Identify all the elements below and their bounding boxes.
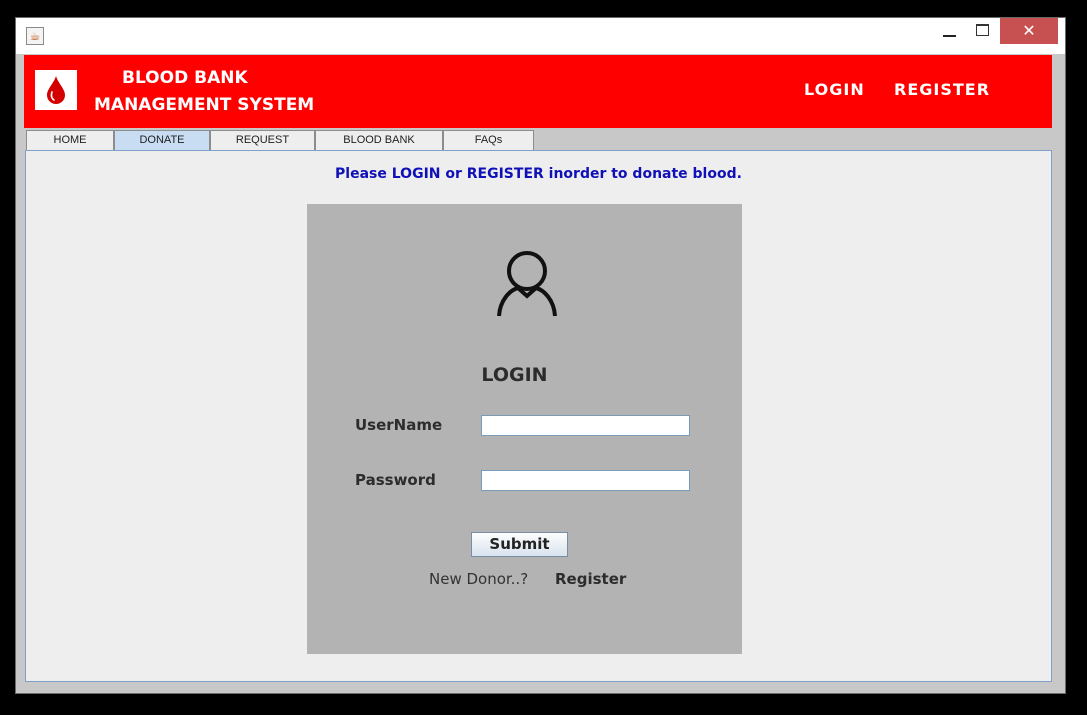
minimize-button[interactable] xyxy=(936,18,962,44)
tab-request[interactable]: REQUEST xyxy=(210,130,315,150)
tab-faqs[interactable]: FAQs xyxy=(443,130,534,150)
donate-panel: Please LOGIN or REGISTER inorder to dona… xyxy=(25,150,1052,682)
login-form: LOGIN UserName Password Submit New Donor… xyxy=(307,204,742,654)
password-input[interactable] xyxy=(481,470,690,491)
java-app-icon: ☕ xyxy=(26,27,44,45)
submit-button[interactable]: Submit xyxy=(471,532,568,557)
tab-home[interactable]: HOME xyxy=(26,130,114,150)
username-label: UserName xyxy=(355,416,443,434)
register-link[interactable]: Register xyxy=(555,570,626,588)
password-label: Password xyxy=(355,471,436,489)
tab-donate[interactable]: DONATE xyxy=(114,130,210,150)
user-icon xyxy=(497,251,557,317)
username-input[interactable] xyxy=(481,415,690,436)
header-login-link[interactable]: LOGIN xyxy=(804,80,865,99)
app-header: BLOOD BANK MANAGEMENT SYSTEM LOGIN REGIS… xyxy=(24,55,1052,128)
app-window: ☕ ✕ BLOOD BANK MANAGEMENT SYSTEM LOGIN R… xyxy=(15,17,1066,694)
panel-bottom-border xyxy=(25,682,1052,686)
blood-drop-icon xyxy=(35,70,77,110)
brand-title-line2: MANAGEMENT SYSTEM xyxy=(94,95,315,115)
maximize-button[interactable] xyxy=(970,18,996,44)
new-donor-text: New Donor..? xyxy=(429,570,529,588)
header-register-link[interactable]: REGISTER xyxy=(894,80,990,99)
brand-title-line1: BLOOD BANK xyxy=(122,68,248,88)
title-bar: ☕ ✕ xyxy=(16,18,1065,54)
close-button[interactable]: ✕ xyxy=(1000,18,1058,44)
tab-blood-bank[interactable]: BLOOD BANK xyxy=(315,130,443,150)
login-title: LOGIN xyxy=(481,364,548,386)
login-notice: Please LOGIN or REGISTER inorder to dona… xyxy=(335,166,742,182)
